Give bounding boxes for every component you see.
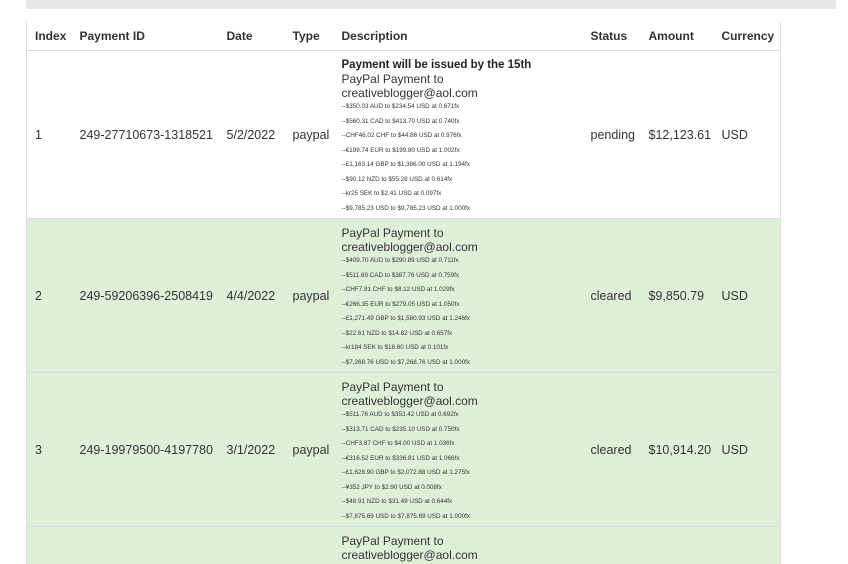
cell-index: 2: [27, 219, 72, 373]
cell-amount: $12,123.61: [641, 51, 714, 219]
conversion-line: --$511.69 CAD to $387.76 USD at 0.759fx: [342, 269, 583, 284]
conversion-line: --€266.35 EUR to $279.05 USD at 1.050fx: [342, 298, 583, 313]
conversion-line: --$511.76 AUD to $353.42 USD at 0.692fx: [342, 408, 583, 423]
table-row[interactable]: PayPal Payment to creativeblogger@aol.co…: [27, 527, 781, 564]
header-payment-id[interactable]: Payment ID: [72, 22, 219, 51]
cell-status: cleared: [583, 373, 641, 527]
table-header-row: Index Payment ID Date Type Description S…: [27, 22, 781, 51]
conversion-line: --CHF7.91 CHF to $8.12 USD at 1.029fx: [342, 283, 583, 298]
cell-status: pending: [583, 51, 641, 219]
header-date[interactable]: Date: [219, 22, 285, 51]
cell-amount: $10,914.20: [641, 373, 714, 527]
cell-status: cleared: [583, 219, 641, 373]
cell-description: PayPal Payment to creativeblogger@aol.co…: [334, 219, 583, 373]
conversion-line: --$560.31 CAD to $413.70 USD at 0.740fx: [342, 115, 583, 130]
cell-index: 1: [27, 51, 72, 219]
cell-date: 4/4/2022: [219, 219, 285, 373]
conversion-line: --$7,875.69 USD to $7,875.69 USD at 1.00…: [342, 510, 583, 525]
cell-description: PayPal Payment to creativeblogger@aol.co…: [334, 373, 583, 527]
table-row[interactable]: 3 249-19979500-4197780 3/1/2022 paypal P…: [27, 373, 781, 527]
conversion-line: --£1,271.49 GBP to $1,580.93 USD at 1.24…: [342, 312, 583, 327]
cell-date: 3/1/2022: [219, 373, 285, 527]
conversion-line: --CHF46.02 CHF to $44.86 USD at 0.976fx: [342, 129, 583, 144]
conversion-line: --$90.12 NZD to $55.28 USD at 0.614fx: [342, 173, 583, 188]
header-status[interactable]: Status: [583, 22, 641, 51]
cell-status: [583, 527, 641, 564]
header-amount[interactable]: Amount: [641, 22, 714, 51]
conversion-line: --CHF3.87 CHF to $4.00 USD at 1.036fx: [342, 437, 583, 452]
cell-description: PayPal Payment to creativeblogger@aol.co…: [334, 527, 583, 564]
cell-type: paypal: [285, 373, 334, 527]
conversion-line: --$9,785.23 USD to $9,785.23 USD at 1.00…: [342, 202, 583, 217]
conversion-line: --$409.70 AUD to $290.89 USD at 0.711fx: [342, 254, 583, 269]
cell-date: 5/2/2022: [219, 51, 285, 219]
cell-type: paypal: [285, 51, 334, 219]
conversion-line: --¥352 JPY to $2.90 USD at 0.008fx: [342, 481, 583, 496]
top-scroll-bar: [26, 0, 836, 9]
conversion-line: --kr25 SEK to $2.41 USD at 0.097fx: [342, 187, 583, 202]
description-title: Payment will be issued by the 15th: [342, 58, 583, 72]
cell-description: Payment will be issued by the 15th PayPa…: [334, 51, 583, 219]
conversion-line: --€316.52 EUR to $336.81 USD at 1.066fx: [342, 452, 583, 467]
cell-payment-id: 249-59206396-2508419: [72, 219, 219, 373]
cell-index: 3: [27, 373, 72, 527]
header-description[interactable]: Description: [334, 22, 583, 51]
conversion-line: --kr184 SEK to $18.60 USD at 0.101fx: [342, 341, 583, 356]
conversion-line: --$313.71 CAD to $235.10 USD at 0.750fx: [342, 423, 583, 438]
conversion-line: --€199.74 EUR to $199.80 USD at 1.002fx: [342, 144, 583, 159]
cell-amount: $9,850.79: [641, 219, 714, 373]
conversion-line: --$350.03 AUD to $234.54 USD at 0.671fx: [342, 100, 583, 115]
description-main: PayPal Payment to creativeblogger@aol.co…: [342, 534, 583, 562]
description-main: PayPal Payment to creativeblogger@aol.co…: [342, 72, 583, 100]
conversion-line: --$22.61 NZD to $14.82 USD at 0.657fx: [342, 327, 583, 342]
cell-currency: USD: [714, 51, 781, 219]
description-main: PayPal Payment to creativeblogger@aol.co…: [342, 380, 583, 408]
cell-currency: [714, 527, 781, 564]
conversion-line: --£1,628.90 GBP to $2,072.88 USD at 1.27…: [342, 466, 583, 481]
conversion-line: --$48.91 NZD to $31.49 USD at 0.644fx: [342, 495, 583, 510]
conversion-line: --£1,163.14 GBP to $1,386.00 USD at 1.19…: [342, 158, 583, 173]
cell-index: [27, 527, 72, 564]
cell-payment-id: 249-19979500-4197780: [72, 373, 219, 527]
cell-date: [219, 527, 285, 564]
cell-payment-id: 249-27710673-1318521: [72, 51, 219, 219]
table-row[interactable]: 2 249-59206396-2508419 4/4/2022 paypal P…: [27, 219, 781, 373]
header-type[interactable]: Type: [285, 22, 334, 51]
cell-amount: [641, 527, 714, 564]
cell-payment-id: [72, 527, 219, 564]
cell-type: paypal: [285, 219, 334, 373]
header-currency[interactable]: Currency: [714, 22, 781, 51]
payments-table: Index Payment ID Date Type Description S…: [26, 22, 781, 564]
cell-currency: USD: [714, 219, 781, 373]
cell-currency: USD: [714, 373, 781, 527]
header-index[interactable]: Index: [27, 22, 72, 51]
conversion-line: --$7,268.76 USD to $7,268.76 USD at 1.00…: [342, 356, 583, 371]
description-main: PayPal Payment to creativeblogger@aol.co…: [342, 226, 583, 254]
table-row[interactable]: 1 249-27710673-1318521 5/2/2022 paypal P…: [27, 51, 781, 219]
cell-type: [285, 527, 334, 564]
